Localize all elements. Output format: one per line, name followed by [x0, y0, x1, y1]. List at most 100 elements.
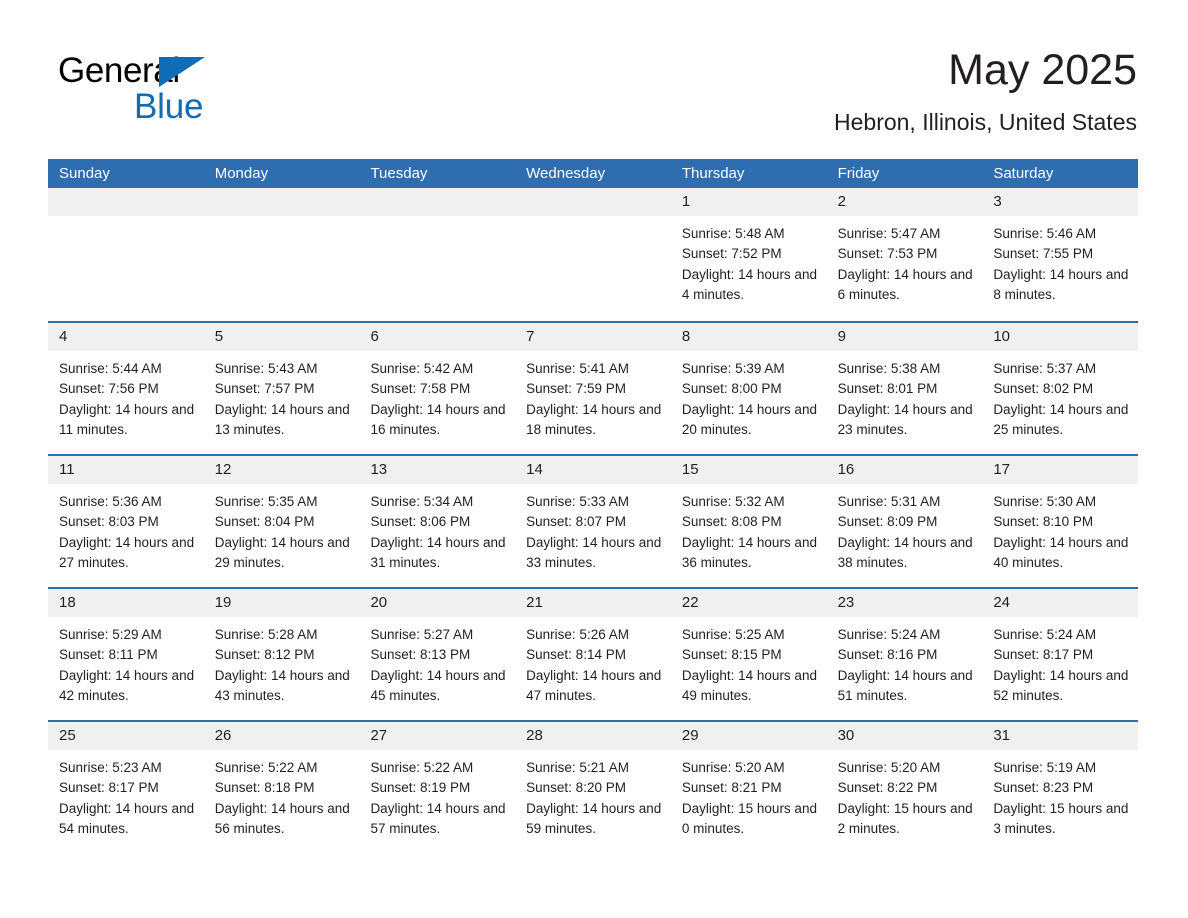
day-cell[interactable]: 26 Sunrise: 5:22 AM Sunset: 8:18 PM Dayl… — [203, 722, 360, 853]
day-cell — [203, 188, 360, 321]
daylight-text: Daylight: 14 hours and 36 minutes. — [681, 534, 817, 571]
daylight-text: Daylight: 15 hours and 3 minutes. — [993, 800, 1129, 837]
daylight-text: Daylight: 14 hours and 54 minutes. — [59, 800, 195, 837]
day-details — [48, 216, 204, 224]
day-number — [515, 188, 671, 216]
daylight-text: Daylight: 14 hours and 29 minutes. — [214, 534, 350, 571]
day-details: Sunrise: 5:22 AM Sunset: 8:18 PM Dayligh… — [204, 750, 360, 840]
day-cell — [359, 188, 516, 321]
day-cell[interactable]: 3 Sunrise: 5:46 AM Sunset: 7:55 PM Dayli… — [982, 188, 1139, 321]
day-details: Sunrise: 5:31 AM Sunset: 8:09 PM Dayligh… — [827, 484, 983, 574]
day-details — [359, 216, 515, 224]
day-cell[interactable]: 30 Sunrise: 5:20 AM Sunset: 8:22 PM Dayl… — [826, 722, 983, 853]
day-cell[interactable]: 20 Sunrise: 5:27 AM Sunset: 8:13 PM Dayl… — [359, 589, 516, 720]
day-number — [359, 188, 516, 216]
sunrise-text: Sunrise: 5:21 AM — [526, 760, 629, 775]
sunrise-text: Sunrise: 5:26 AM — [526, 627, 629, 642]
general-blue-logo[interactable]: General Blue — [58, 52, 318, 136]
daylight-text: Daylight: 14 hours and 57 minutes. — [370, 800, 506, 837]
day-cell[interactable]: 18 Sunrise: 5:29 AM Sunset: 8:11 PM Dayl… — [48, 589, 204, 720]
logo-word-blue: Blue — [134, 87, 204, 126]
week-row: 18 Sunrise: 5:29 AM Sunset: 8:11 PM Dayl… — [48, 587, 1139, 720]
sunset-text: Sunset: 7:59 PM — [526, 381, 626, 397]
daylight-text: Daylight: 14 hours and 4 minutes. — [681, 266, 817, 303]
day-details: Sunrise: 5:24 AM Sunset: 8:17 PM Dayligh… — [982, 617, 1138, 707]
day-details: Sunrise: 5:21 AM Sunset: 8:20 PM Dayligh… — [515, 750, 671, 840]
day-details: Sunrise: 5:30 AM Sunset: 8:10 PM Dayligh… — [982, 484, 1138, 574]
calendar-table: Sunday Monday Tuesday Wednesday Thursday… — [48, 159, 1139, 853]
sunrise-text: Sunrise: 5:24 AM — [993, 627, 1097, 642]
day-cell[interactable]: 25 Sunrise: 5:23 AM Sunset: 8:17 PM Dayl… — [48, 722, 204, 853]
daylight-text: Daylight: 14 hours and 49 minutes. — [681, 667, 817, 704]
day-cell[interactable]: 22 Sunrise: 5:25 AM Sunset: 8:15 PM Dayl… — [670, 589, 827, 720]
sunrise-text: Sunrise: 5:41 AM — [526, 361, 629, 376]
day-cell[interactable]: 27 Sunrise: 5:22 AM Sunset: 8:19 PM Dayl… — [359, 722, 516, 853]
weekday-header-sunday: Sunday — [59, 165, 110, 182]
day-cell[interactable]: 16 Sunrise: 5:31 AM Sunset: 8:09 PM Dayl… — [826, 456, 983, 587]
sunset-text: Sunset: 8:14 PM — [526, 647, 626, 663]
sunrise-text: Sunrise: 5:28 AM — [214, 627, 318, 642]
day-number: 6 — [359, 323, 516, 351]
sunrise-text: Sunrise: 5:33 AM — [526, 494, 629, 509]
day-cell[interactable]: 7 Sunrise: 5:41 AM Sunset: 7:59 PM Dayli… — [515, 323, 671, 454]
day-cell[interactable]: 15 Sunrise: 5:32 AM Sunset: 8:08 PM Dayl… — [670, 456, 827, 587]
day-cell[interactable]: 19 Sunrise: 5:28 AM Sunset: 8:12 PM Dayl… — [203, 589, 360, 720]
day-cell[interactable]: 28 Sunrise: 5:21 AM Sunset: 8:20 PM Dayl… — [515, 722, 671, 853]
sunrise-text: Sunrise: 5:20 AM — [837, 760, 941, 775]
day-cell[interactable]: 17 Sunrise: 5:30 AM Sunset: 8:10 PM Dayl… — [982, 456, 1139, 587]
daylight-text: Daylight: 14 hours and 51 minutes. — [837, 667, 973, 704]
weekday-header-saturday: Saturday — [993, 165, 1054, 182]
day-details — [204, 216, 360, 224]
sunset-text: Sunset: 7:57 PM — [214, 381, 315, 397]
day-number: 30 — [826, 722, 983, 750]
page-subtitle: Hebron, Illinois, United States — [834, 109, 1137, 135]
daylight-text: Daylight: 14 hours and 18 minutes. — [526, 401, 662, 438]
sunset-text: Sunset: 8:15 PM — [681, 647, 782, 663]
day-details: Sunrise: 5:28 AM Sunset: 8:12 PM Dayligh… — [204, 617, 360, 707]
day-cell[interactable]: 5 Sunrise: 5:43 AM Sunset: 7:57 PM Dayli… — [203, 323, 360, 454]
day-cell[interactable]: 13 Sunrise: 5:34 AM Sunset: 8:06 PM Dayl… — [359, 456, 516, 587]
day-cell — [515, 188, 671, 321]
daylight-text: Daylight: 14 hours and 25 minutes. — [993, 401, 1129, 438]
day-cell[interactable]: 21 Sunrise: 5:26 AM Sunset: 8:14 PM Dayl… — [515, 589, 671, 720]
daylight-text: Daylight: 15 hours and 0 minutes. — [681, 800, 817, 837]
day-cell[interactable]: 8 Sunrise: 5:39 AM Sunset: 8:00 PM Dayli… — [670, 323, 827, 454]
daylight-text: Daylight: 14 hours and 52 minutes. — [993, 667, 1129, 704]
page-title: May 2025 — [948, 46, 1137, 94]
day-number: 27 — [359, 722, 516, 750]
day-number: 24 — [982, 589, 1139, 617]
sunset-text: Sunset: 8:04 PM — [214, 514, 315, 530]
day-cell[interactable]: 1 Sunrise: 5:48 AM Sunset: 7:52 PM Dayli… — [670, 188, 827, 321]
daylight-text: Daylight: 14 hours and 23 minutes. — [837, 401, 973, 438]
day-cell[interactable]: 2 Sunrise: 5:47 AM Sunset: 7:53 PM Dayli… — [826, 188, 983, 321]
daylight-text: Daylight: 14 hours and 33 minutes. — [526, 534, 662, 571]
week-row: 1 Sunrise: 5:48 AM Sunset: 7:52 PM Dayli… — [48, 188, 1139, 321]
day-cell[interactable]: 10 Sunrise: 5:37 AM Sunset: 8:02 PM Dayl… — [982, 323, 1139, 454]
daylight-text: Daylight: 14 hours and 56 minutes. — [214, 800, 350, 837]
sunrise-text: Sunrise: 5:19 AM — [993, 760, 1097, 775]
day-number: 25 — [48, 722, 204, 750]
day-cell[interactable]: 4 Sunrise: 5:44 AM Sunset: 7:56 PM Dayli… — [48, 323, 204, 454]
day-number: 16 — [826, 456, 983, 484]
day-cell[interactable]: 14 Sunrise: 5:33 AM Sunset: 8:07 PM Dayl… — [515, 456, 671, 587]
sunset-text: Sunset: 7:58 PM — [370, 381, 471, 397]
sunrise-text: Sunrise: 5:39 AM — [681, 361, 785, 376]
sunset-text: Sunset: 8:03 PM — [59, 514, 159, 530]
day-cell[interactable]: 6 Sunrise: 5:42 AM Sunset: 7:58 PM Dayli… — [359, 323, 516, 454]
day-cell[interactable]: 12 Sunrise: 5:35 AM Sunset: 8:04 PM Dayl… — [203, 456, 360, 587]
sunset-text: Sunset: 7:53 PM — [837, 246, 938, 262]
daylight-text: Daylight: 14 hours and 43 minutes. — [214, 667, 350, 704]
sunrise-text: Sunrise: 5:32 AM — [681, 494, 785, 509]
day-cell[interactable]: 31 Sunrise: 5:19 AM Sunset: 8:23 PM Dayl… — [982, 722, 1139, 853]
day-details: Sunrise: 5:36 AM Sunset: 8:03 PM Dayligh… — [48, 484, 204, 574]
day-number: 8 — [670, 323, 827, 351]
sunrise-text: Sunrise: 5:42 AM — [370, 361, 474, 376]
day-details: Sunrise: 5:22 AM Sunset: 8:19 PM Dayligh… — [359, 750, 515, 840]
day-cell[interactable]: 29 Sunrise: 5:20 AM Sunset: 8:21 PM Dayl… — [670, 722, 827, 853]
day-cell[interactable]: 11 Sunrise: 5:36 AM Sunset: 8:03 PM Dayl… — [48, 456, 204, 587]
day-details: Sunrise: 5:24 AM Sunset: 8:16 PM Dayligh… — [827, 617, 983, 707]
day-cell[interactable]: 23 Sunrise: 5:24 AM Sunset: 8:16 PM Dayl… — [826, 589, 983, 720]
day-cell[interactable]: 9 Sunrise: 5:38 AM Sunset: 8:01 PM Dayli… — [826, 323, 983, 454]
weekday-header-tuesday: Tuesday — [370, 165, 428, 182]
day-cell[interactable]: 24 Sunrise: 5:24 AM Sunset: 8:17 PM Dayl… — [982, 589, 1139, 720]
